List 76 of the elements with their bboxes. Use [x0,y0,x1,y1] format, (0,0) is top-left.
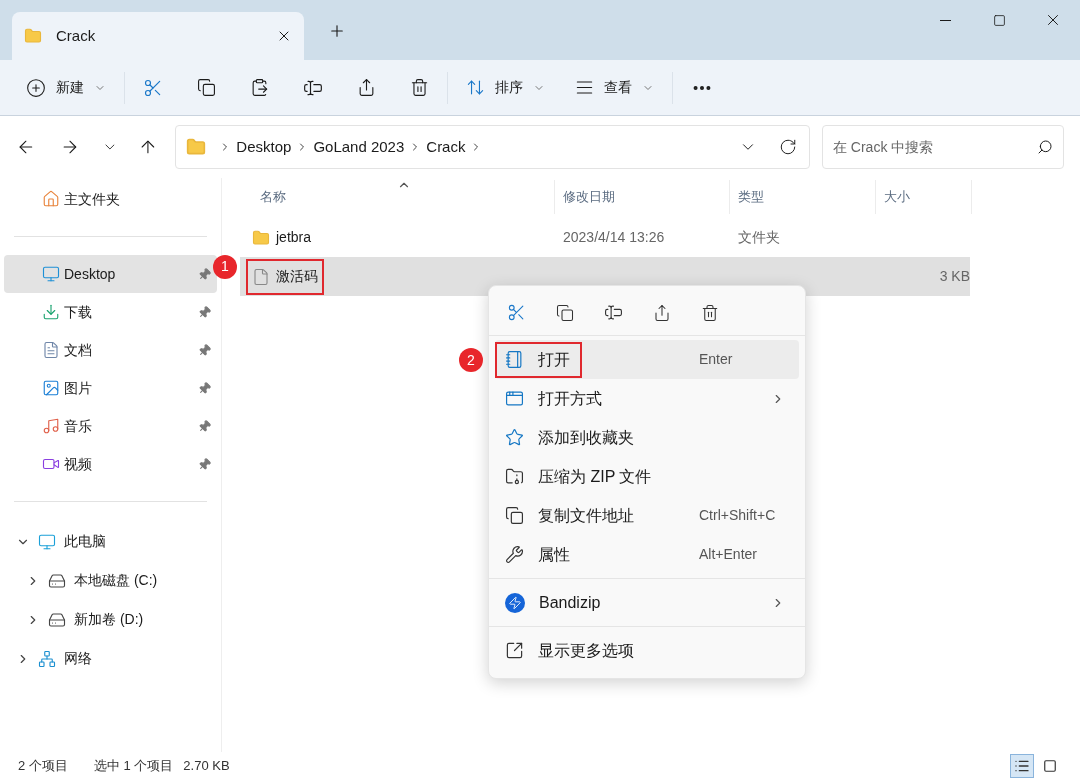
picture-icon [42,379,60,397]
minimize-icon [939,19,951,21]
desktop-icon [42,265,60,283]
step-badge: 1 [213,254,237,279]
selection-size: 2.70 KB [183,757,230,776]
column-header[interactable]: 修改日期 [563,187,615,207]
menu-item[interactable]: 显示更多选项 [495,631,799,670]
sidebar-item[interactable]: 音乐 [4,407,217,445]
search-icon[interactable] [1037,139,1053,155]
home-icon [42,190,60,208]
folder-icon [252,228,270,247]
column-header[interactable]: 名称 [260,187,286,207]
column-header[interactable]: 类型 [738,187,764,207]
menu-item[interactable]: 添加到收藏夹 [495,418,799,457]
maximize-icon [992,13,1006,27]
tree-item[interactable]: 本地磁盘 (C:) [0,561,221,600]
sidebar-item[interactable]: 图片 [4,369,217,407]
square-icon [1043,759,1057,773]
plus-circle-icon [26,77,46,98]
item-count: 2 个项目 [18,757,68,776]
search-box[interactable]: 在 Crack 中搜索 [821,125,1064,169]
tree-item[interactable]: 网络 [0,639,221,678]
new-button[interactable]: 新建 [26,69,106,106]
cut-icon[interactable] [143,77,163,98]
favorite-icon [505,428,524,447]
breadcrumb-item[interactable]: Desktop [236,135,292,159]
sort-icon [466,78,485,97]
file-icon [252,267,270,286]
breadcrumb-item[interactable]: GoLand 2023 [313,135,405,159]
music-icon [42,417,60,435]
sidebar-item[interactable]: 视频 [4,445,217,483]
file-row[interactable]: jetbra 2023/4/14 13:26 文件夹 [240,218,970,257]
drive-icon [48,571,66,590]
delete-icon[interactable] [410,78,429,97]
folder-icon [186,137,207,157]
step-badge: 2 [459,348,483,372]
paste-icon[interactable] [250,78,269,97]
sidebar-item[interactable]: 下载 [4,293,217,331]
cut-icon[interactable] [507,303,526,322]
folder-icon [24,27,42,45]
tree-item[interactable]: 新加卷 (D:) [0,600,221,639]
copy-icon[interactable] [556,303,574,322]
menu-item[interactable]: 打开 Enter [495,340,799,379]
tree-item[interactable]: 此电脑 [0,522,221,561]
selection-info: 选中 1 个项目 [93,757,174,776]
address-bar[interactable]: Desktop GoLand 2023 Crack [175,125,810,169]
details-view-button[interactable] [1010,754,1034,778]
menu-item[interactable]: 属性 Alt+Enter [495,535,799,574]
copy-icon[interactable] [197,78,216,97]
pc-icon [38,532,56,551]
folder-tab[interactable]: Crack [12,12,304,60]
menu-item[interactable]: 打开方式 [495,379,799,418]
list-icon [1014,758,1030,774]
download-icon [42,303,60,321]
sort-button[interactable]: 排序 [466,69,545,106]
view-button[interactable]: 查看 [575,69,654,106]
sidebar-item[interactable]: 主文件夹 [4,180,217,218]
share-icon[interactable] [357,78,376,97]
menu-item[interactable]: 复制文件地址 Ctrl+Shift+C [495,496,799,535]
lines-icon [575,78,594,97]
delete-icon[interactable] [701,303,719,322]
sidebar-item[interactable]: 文档 [4,331,217,369]
sidebar-item[interactable]: Desktop [4,255,217,293]
bandizip-icon [505,592,525,613]
drive-icon [48,610,66,629]
breadcrumb-item[interactable]: Crack [426,135,466,159]
network-icon [38,649,56,668]
refresh-icon[interactable] [778,138,797,156]
search-field[interactable]: 在 Crack 中搜索 [832,136,1037,158]
document-icon [42,341,60,359]
rename-icon[interactable] [604,303,623,322]
menu-item[interactable]: Bandizip [495,583,799,622]
menu-item[interactable]: 压缩为 ZIP 文件 [495,457,799,496]
new-tab-icon[interactable] [328,22,346,40]
share-icon[interactable] [653,303,671,322]
column-header[interactable]: 大小 [884,187,910,207]
